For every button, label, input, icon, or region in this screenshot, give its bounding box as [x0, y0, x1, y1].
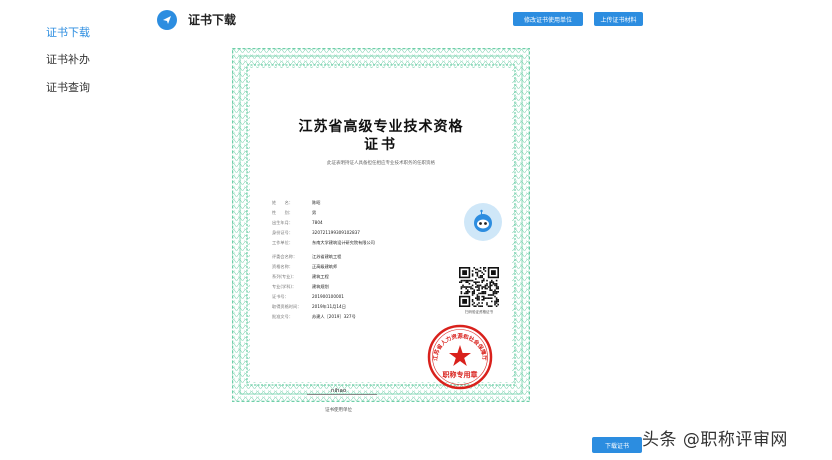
download-certificate-button[interactable]: 下载证书: [592, 437, 642, 453]
certificate-field-row: 身份证号： 320721199309102837: [272, 230, 360, 236]
certificate-title-line1: 江苏省高级专业技术资格: [298, 119, 464, 135]
modify-unit-button[interactable]: 修改证书使用单位: [513, 12, 583, 26]
unit-signature-line: [307, 394, 377, 395]
certificate-field-row: 系列(专业)： 建筑工程: [272, 274, 329, 280]
certificate-field-value: 男: [312, 210, 317, 215]
certificate-field-label: 出生年月：: [272, 220, 293, 225]
certificate-field-label: 姓 名：: [272, 200, 293, 205]
certificate-title-line2: 证书: [364, 137, 398, 153]
certificate-field-row: 证书号： 201900100001: [272, 294, 344, 300]
official-seal-icon: 江苏省人力资源和社会保障厅 职称专用章: [427, 324, 493, 390]
certificate-field-label: 工作单位：: [272, 240, 293, 245]
certificate-body: 江苏省高级专业技术资格 证书 此证表明持证人具备担任相应专业技术职务的任职资格 …: [250, 68, 512, 413]
certificate-field-row: 出生年月： 7804: [272, 220, 323, 226]
qr-code-icon: [459, 267, 499, 307]
certificate-field-row: 姓 名： 陈昭: [272, 200, 320, 206]
certificate-field-value: 320721199309102837: [312, 230, 360, 235]
sidebar-item-certificate-download[interactable]: 证书下载: [46, 24, 90, 40]
certificate-field-value: 江苏省建筑工程: [312, 254, 342, 259]
certificate-field-label: 资格名称：: [272, 264, 293, 269]
sidebar-item-certificate-reissue[interactable]: 证书补办: [46, 51, 90, 67]
certificate-field-label: 评委会名称：: [272, 254, 298, 259]
page-title: 证书下载: [188, 13, 237, 27]
avatar: [464, 203, 502, 241]
certificate-field-label: 批准文号：: [272, 314, 293, 319]
certificate-preview: 江苏省高级专业技术资格 证书 此证表明持证人具备担任相应专业技术职务的任职资格 …: [232, 48, 530, 413]
sidebar-item-certificate-query[interactable]: 证书查询: [46, 79, 90, 95]
sidebar: 证书下载 证书补办 证书查询: [0, 0, 140, 460]
certificate-field-label: 系列(专业)：: [272, 274, 297, 279]
certificate-field-value: 陈昭: [312, 200, 321, 205]
svg-text:职称专用章: 职称专用章: [443, 370, 478, 379]
paper-plane-icon: [157, 10, 177, 30]
certificate-field-value: 苏建人［2019］327号: [312, 314, 356, 319]
certificate-field-value: 东南大学建筑设计研究院有限公司: [312, 240, 375, 245]
certificate-field-label: 取得资格时间：: [272, 304, 302, 309]
certificate-field-value: 7804: [312, 220, 323, 225]
certificate-field-label: 证书号：: [272, 294, 289, 299]
certificate-field-label: 专业(学科)：: [272, 284, 297, 289]
watermark: 头条 @职称评审网: [642, 430, 788, 450]
certificate-field-row: 资格名称： 正高级建筑师: [272, 264, 337, 270]
certificate-field-row: 性 别： 男: [272, 210, 316, 216]
certificate-field-label: 身份证号：: [272, 230, 293, 235]
certificate-field-label: 性 别：: [272, 210, 293, 215]
certificate-field-row: 取得资格时间： 2019年11月14日: [272, 304, 346, 310]
certificate-field-value: 建筑规划: [312, 284, 329, 289]
certificate-field-row: 评委会名称： 江苏省建筑工程: [272, 254, 341, 260]
certificate-field-value: 建筑工程: [312, 274, 329, 279]
upload-materials-button[interactable]: 上传证书材料: [594, 12, 643, 26]
robot-avatar-icon: [474, 209, 492, 232]
qr-caption: 扫码验证资格证书: [465, 310, 493, 314]
certificate-field-row: 工作单位： 东南大学建筑设计研究院有限公司: [272, 240, 375, 246]
certificate-subtitle: 此证表明持证人具备担任相应专业技术职务的任职资格: [327, 161, 435, 166]
certificate-field-row: 专业(学科)： 建筑规划: [272, 284, 329, 290]
certificate-field-value: 2019年11月14日: [312, 304, 346, 309]
certificate-field-value: 201900100001: [312, 294, 344, 299]
certificate-field-value: 正高级建筑师: [312, 264, 338, 269]
certificate-unit-label: 证书使用单位: [325, 408, 352, 413]
certificate-field-row: 批准文号： 苏建人［2019］327号: [272, 314, 356, 320]
